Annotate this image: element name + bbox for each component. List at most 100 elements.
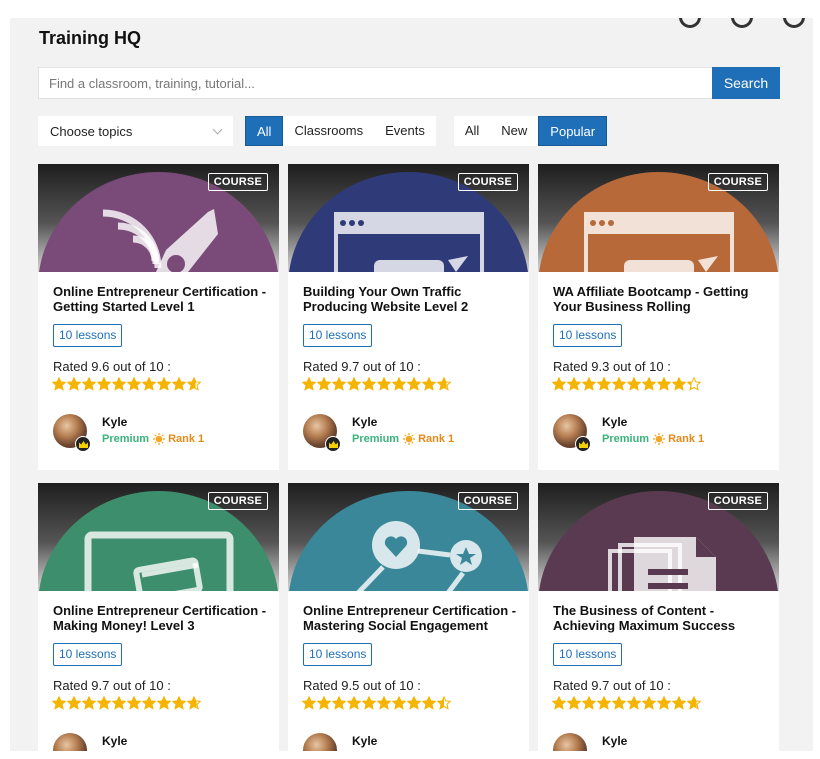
notification-icon[interactable] [731, 18, 753, 28]
course-card[interactable]: COURSE Online Entrepreneur Certification… [288, 483, 529, 751]
star-icon [657, 696, 671, 710]
star-icon [687, 377, 701, 391]
author-name[interactable]: Kyle [352, 415, 454, 429]
course-thumbnail[interactable]: COURSE [38, 483, 279, 591]
avatar[interactable] [53, 414, 91, 452]
tab-classrooms[interactable]: Classrooms [283, 116, 374, 146]
course-thumbnail[interactable]: COURSE [538, 483, 779, 591]
course-thumbnail[interactable]: COURSE [288, 483, 529, 591]
avatar[interactable] [303, 733, 337, 751]
star-icon [377, 696, 391, 710]
course-author[interactable]: Kyle Premium Rank 1 [303, 414, 454, 452]
course-thumbnail[interactable]: COURSE [288, 164, 529, 272]
author-info: Kyle Premium Rank 1 [102, 733, 204, 751]
star-icon [362, 696, 376, 710]
author-name[interactable]: Kyle [602, 415, 704, 429]
top-toolbar-icons [679, 18, 805, 28]
lessons-count[interactable]: 10 lessons [53, 324, 123, 347]
author-info: Kyle Premium Rank 1 [352, 414, 454, 445]
star-icon [302, 696, 316, 710]
search-button[interactable]: Search [712, 67, 780, 99]
crown-badge [575, 436, 591, 452]
star-icon [157, 377, 171, 391]
course-author[interactable]: Kyle Premium Rank 1 [53, 414, 204, 452]
author-info: Kyle Premium Rank 1 [102, 414, 204, 445]
course-card[interactable]: COURSE The Business of Content - Achievi… [538, 483, 779, 751]
tab-events[interactable]: Events [374, 116, 436, 146]
star-icon [317, 377, 331, 391]
star-icon [67, 696, 81, 710]
course-author[interactable]: Kyle Premium Rank 1 [553, 733, 704, 751]
course-title[interactable]: WA Affiliate Bootcamp - Getting Your Bus… [553, 284, 768, 314]
tab-sort-all[interactable]: All [454, 116, 490, 146]
star-icon [347, 377, 361, 391]
star-icon [407, 377, 421, 391]
avatar[interactable] [53, 733, 87, 751]
course-badge: COURSE [707, 492, 768, 510]
author-name[interactable]: Kyle [602, 734, 704, 748]
lessons-count[interactable]: 10 lessons [53, 643, 123, 666]
course-thumbnail[interactable]: COURSE [38, 164, 279, 272]
course-title[interactable]: Online Entrepreneur Certification - Maki… [53, 603, 268, 633]
course-card[interactable]: COURSE Building Your Own Traffic Produci… [288, 164, 529, 470]
training-hq-page: Training HQ Search Choose topics All Cla… [10, 18, 813, 751]
course-author[interactable]: Kyle Premium Rank 1 [553, 414, 704, 452]
course-title[interactable]: Online Entrepreneur Certification - Gett… [53, 284, 268, 314]
rank-label: Rank 1 [168, 433, 205, 445]
course-title[interactable]: Online Entrepreneur Certification - Mast… [303, 603, 518, 633]
course-author[interactable]: Kyle Premium Rank 1 [303, 733, 454, 751]
crown-icon [78, 440, 88, 448]
profile-icon[interactable] [783, 18, 805, 28]
star-icon [582, 377, 596, 391]
star-icon [552, 377, 566, 391]
course-badge: COURSE [207, 492, 268, 510]
tab-type-all[interactable]: All [245, 116, 284, 146]
star-icon [627, 377, 641, 391]
lessons-count[interactable]: 10 lessons [303, 643, 373, 666]
membership-label: Premium [352, 433, 400, 445]
lessons-count[interactable]: 10 lessons [553, 324, 623, 347]
course-card[interactable]: COURSE Online Entrepreneur Certification… [38, 483, 279, 751]
rank-sun-icon [403, 433, 416, 445]
avatar[interactable] [553, 414, 591, 452]
course-card[interactable]: COURSE WA Affiliate Bootcamp - Getting Y… [538, 164, 779, 470]
star-icon [672, 377, 686, 391]
star-icon [597, 377, 611, 391]
star-icon [172, 377, 186, 391]
course-title[interactable]: The Business of Content - Achieving Maxi… [553, 603, 768, 633]
star-icon [97, 696, 111, 710]
avatar[interactable] [553, 733, 587, 751]
star-icon [687, 696, 701, 710]
rank-sun-icon [153, 433, 166, 445]
rank-label: Rank 1 [668, 433, 705, 445]
rating-text: Rated 9.5 out of 10 : [303, 678, 421, 693]
course-grid: COURSE Online Entrepreneur Certification… [38, 164, 779, 751]
lessons-count[interactable]: 10 lessons [303, 324, 373, 347]
star-icon [407, 696, 421, 710]
star-icon [657, 377, 671, 391]
lessons-count[interactable]: 10 lessons [553, 643, 623, 666]
star-icon [127, 377, 141, 391]
rank-label: Rank 1 [418, 433, 455, 445]
course-author[interactable]: Kyle Premium Rank 1 [53, 733, 204, 751]
tab-popular[interactable]: Popular [538, 116, 608, 146]
topics-dropdown[interactable]: Choose topics [38, 116, 233, 146]
star-icon [642, 377, 656, 391]
course-title[interactable]: Building Your Own Traffic Producing Webs… [303, 284, 518, 314]
star-icon [142, 377, 156, 391]
author-meta: Premium Rank 1 [602, 433, 704, 445]
avatar[interactable] [303, 414, 341, 452]
search-input[interactable] [38, 67, 712, 99]
tab-new[interactable]: New [490, 116, 538, 146]
course-card[interactable]: COURSE Online Entrepreneur Certification… [38, 164, 279, 470]
page-title: Training HQ [39, 28, 142, 48]
chat-icon[interactable] [679, 18, 701, 28]
star-icon [127, 696, 141, 710]
author-name[interactable]: Kyle [102, 734, 204, 748]
author-name[interactable]: Kyle [352, 734, 454, 748]
membership-label: Premium [602, 433, 650, 445]
author-name[interactable]: Kyle [102, 415, 204, 429]
star-icon [332, 377, 346, 391]
search-bar: Search [38, 67, 780, 99]
course-thumbnail[interactable]: COURSE [538, 164, 779, 272]
